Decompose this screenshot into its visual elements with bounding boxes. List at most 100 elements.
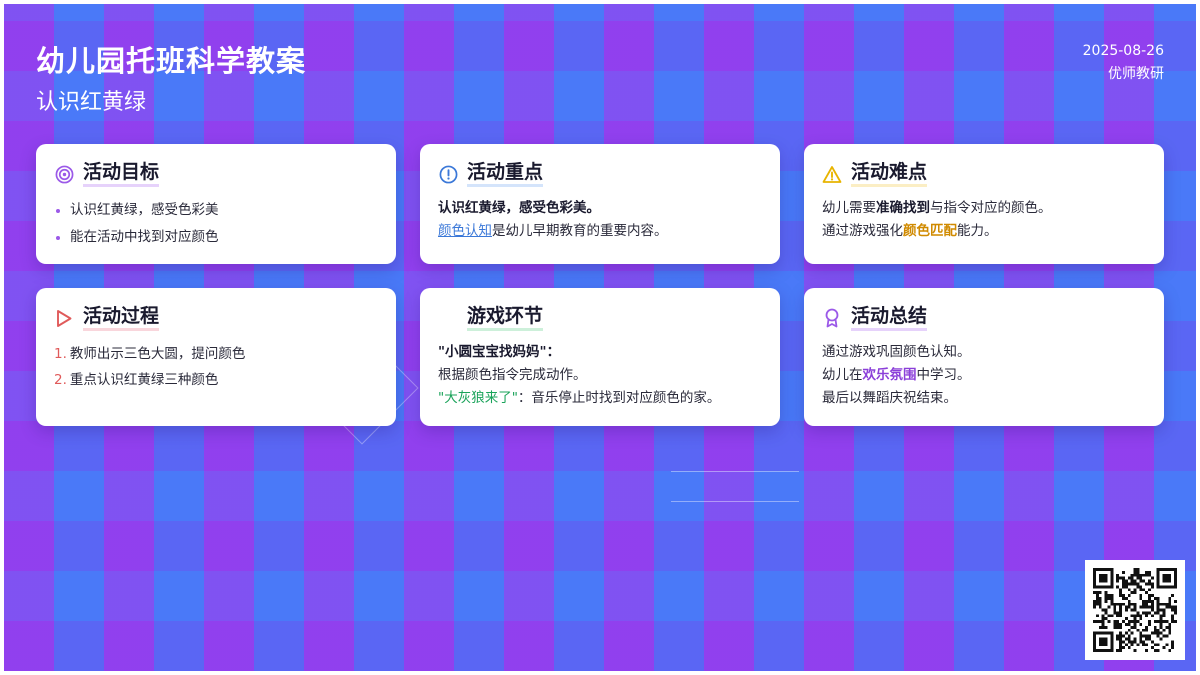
qr-module [1098,640,1102,644]
qr-module [1110,646,1114,650]
qr-module [1124,579,1128,583]
qr-module [1156,570,1160,574]
qr-module [1130,625,1134,629]
qr-module [1093,570,1096,574]
qr-module [1174,605,1177,609]
qr-module [1139,573,1143,577]
qr-module [1159,631,1163,635]
qr-module [1150,646,1154,650]
difficulty-highlight: 颜色匹配 [903,223,957,239]
qr-module [1133,637,1137,641]
qr-module [1110,640,1114,644]
qr-module [1133,591,1137,595]
qr-module [1159,617,1163,621]
qr-module [1165,625,1169,629]
qr-module [1110,614,1114,618]
qr-module [1101,623,1105,626]
card-title: 活动目标 [83,161,160,187]
qr-module [1133,579,1137,583]
card-activity-process: 活动过程 1. 教师出示三色大圆，提问颜色 2. 重点认识红黄绿三种颜色 [36,288,396,426]
qr-module [1101,585,1105,589]
qr-module [1159,608,1163,612]
qr-module [1104,568,1108,571]
qr-module [1139,585,1143,589]
qr-module [1110,585,1114,589]
card-header: 活动总结 [822,305,1146,331]
qr-module [1110,602,1114,606]
step-number: 1. [54,346,67,362]
qr-module [1162,579,1166,583]
qr-module [1093,573,1096,577]
qr-module [1098,602,1102,606]
qr-module [1121,602,1125,606]
qr-module [1095,614,1099,618]
qr-module [1116,585,1120,589]
qr-module [1119,649,1122,652]
qr-module [1116,576,1120,580]
qr-module [1174,608,1177,612]
qr-module [1095,585,1099,589]
qr-module [1168,599,1172,603]
qr-module [1101,579,1105,583]
qr-module [1159,585,1163,589]
card-header: 活动重点 [438,161,762,187]
difficulty-text: 能力。 [957,223,998,239]
qr-module [1142,588,1146,592]
qr-module [1165,585,1169,589]
qr-module [1124,605,1128,609]
qr-module [1119,614,1122,618]
qr-module [1171,646,1175,650]
qr-module [1139,579,1143,583]
game-text: ：音乐停止时找到对应颜色的家。 [517,390,721,406]
qr-module [1095,620,1099,624]
header-meta: 2025-08-26 优师教研 [1083,40,1164,86]
qr-module [1113,623,1117,626]
qr-module [1110,576,1114,580]
qr-module [1171,640,1175,644]
qr-module [1168,576,1172,580]
qr-module [1156,568,1160,571]
qr-module [1150,599,1154,603]
qr-module [1119,602,1122,606]
qr-module [1113,602,1117,606]
step-text: 重点认识红黄绿三种颜色 [69,372,219,388]
difficulty-line-1: 幼儿需要准确找到与指令对应的颜色。 [822,197,1146,220]
qr-module [1127,640,1131,644]
qr-module [1095,602,1099,606]
qr-module [1124,643,1128,647]
qr-module [1156,620,1160,624]
qr-module [1156,599,1160,603]
qr-module [1107,568,1111,571]
card-body: 认识红黄绿，感受色彩美。 颜色认知是幼儿早期教育的重要内容。 [438,197,762,243]
qr-module [1101,614,1105,618]
qr-module [1093,620,1096,624]
qr-module [1136,576,1140,580]
card-header: 游戏环节 [438,305,762,331]
color-cognition-link[interactable]: 颜色认知 [438,223,492,239]
qr-module [1150,594,1154,597]
qr-module [1174,568,1177,571]
difficulty-text: 与指令对应的颜色。 [930,200,1052,216]
qr-module [1168,625,1172,629]
slide-background: 幼儿园托班科学教案 认识红黄绿 2025-08-26 优师教研 活动目标 认识红… [4,4,1196,671]
qr-module [1101,576,1105,580]
card-header: 活动过程 [54,305,378,331]
qr-module [1104,585,1108,589]
qr-module [1104,573,1108,577]
qr-module [1107,594,1111,597]
qr-module [1148,623,1151,626]
qr-module [1121,620,1125,624]
qr-module [1093,582,1096,586]
qr-module [1145,582,1149,586]
qr-module [1139,623,1143,626]
alert-circle-icon [438,164,458,184]
qr-module [1093,599,1096,603]
difficulty-line-2: 通过游戏强化颜色匹配能力。 [822,220,1146,243]
qr-module [1174,620,1177,624]
qr-module [1093,643,1096,647]
qr-module [1119,643,1122,647]
qr-module [1165,568,1169,571]
qr-module [1174,570,1177,574]
qr-code-icon[interactable] [1085,560,1185,660]
qr-module [1171,585,1175,589]
